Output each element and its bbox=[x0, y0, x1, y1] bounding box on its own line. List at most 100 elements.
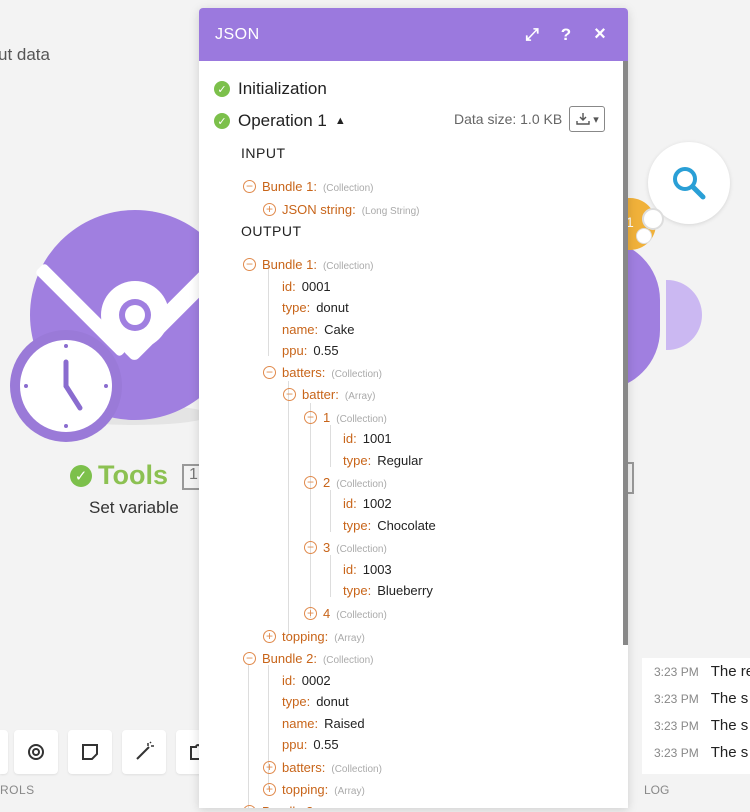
module-title: ✓ Tools bbox=[70, 460, 168, 491]
field-value: Blueberry bbox=[377, 583, 433, 598]
field-value: Regular bbox=[377, 453, 423, 468]
close-icon[interactable]: × bbox=[588, 23, 612, 47]
settings-button[interactable] bbox=[14, 730, 58, 774]
tree-guide bbox=[268, 263, 269, 356]
node-key: batters: bbox=[282, 760, 326, 775]
log-time: 3:23 PM bbox=[654, 664, 699, 679]
operation-row[interactable]: ✓ Operation 1 ▲ bbox=[214, 111, 346, 131]
field-value: 0.55 bbox=[313, 737, 339, 752]
log-entry[interactable]: 3:23 PM The s bbox=[642, 739, 750, 766]
tree-node-array[interactable]: + topping: (Array) bbox=[263, 629, 365, 644]
node-type: (Collection) bbox=[331, 369, 382, 380]
input-section-label: INPUT bbox=[241, 145, 286, 161]
expand-icon[interactable]: ⤢ bbox=[520, 23, 544, 47]
log-text: The s bbox=[710, 717, 749, 734]
field-key: ppu: bbox=[282, 343, 308, 358]
log-time: 3:23 PM bbox=[654, 745, 699, 760]
tree-field: ppu: 0.55 bbox=[282, 737, 339, 752]
toolbar-button-clipped[interactable] bbox=[0, 730, 8, 774]
tree-node-item[interactable]: +4 (Collection) bbox=[304, 606, 387, 621]
expand-plus-icon[interactable]: + bbox=[263, 630, 276, 643]
collapse-icon[interactable]: − bbox=[304, 411, 317, 424]
field-value: donut bbox=[316, 300, 349, 315]
clock-icon bbox=[20, 340, 112, 432]
collapse-icon[interactable]: − bbox=[243, 180, 256, 193]
node-type: (Collection) bbox=[336, 414, 387, 425]
field-value: 0001 bbox=[301, 279, 331, 294]
scrollbar[interactable] bbox=[623, 61, 628, 645]
tree-field: name: Raised bbox=[282, 716, 365, 731]
node-type: (Collection) bbox=[331, 764, 382, 775]
node-key: Bundle 1: bbox=[262, 257, 317, 272]
search-bubble[interactable] bbox=[642, 142, 730, 230]
field-value: 1001 bbox=[362, 431, 392, 446]
field-value: 1002 bbox=[362, 496, 392, 511]
tree-guide bbox=[288, 381, 289, 636]
log-entry[interactable]: 3:23 PM The s bbox=[642, 685, 750, 712]
tree-node-array[interactable]: − batter: (Array) bbox=[283, 387, 375, 402]
help-icon[interactable]: ? bbox=[554, 23, 578, 47]
field-key: id: bbox=[343, 431, 357, 446]
output-section-label: OUTPUT bbox=[241, 223, 302, 239]
collapse-icon[interactable]: − bbox=[304, 476, 317, 489]
collapse-icon[interactable]: − bbox=[263, 366, 276, 379]
field-value: Chocolate bbox=[377, 518, 436, 533]
tree-field: type: donut bbox=[282, 300, 349, 315]
tree-field: type: Chocolate bbox=[343, 518, 436, 533]
tree-node-item[interactable]: −1 (Collection) bbox=[304, 410, 387, 425]
node-type: (Collection) bbox=[322, 655, 374, 666]
notes-button[interactable] bbox=[68, 730, 112, 774]
tree-node-collection[interactable]: − Bundle 1: (Collection) bbox=[243, 257, 374, 272]
node-type: (Long String) bbox=[361, 206, 420, 217]
json-output-modal: JSON ⤢ ? × ✓ Initialization ✓ Operation … bbox=[199, 8, 628, 808]
expand-plus-icon[interactable]: + bbox=[304, 607, 317, 620]
expand-plus-icon[interactable]: + bbox=[263, 761, 276, 774]
log-entry[interactable]: 3:23 PM The re bbox=[642, 658, 750, 685]
tree-node-collection[interactable]: − Bundle 2: (Collection) bbox=[243, 651, 374, 666]
collapse-icon[interactable]: − bbox=[283, 388, 296, 401]
tree-field: id: 0001 bbox=[282, 279, 331, 294]
collapse-icon[interactable]: − bbox=[243, 258, 256, 271]
tree-node-collapsed[interactable]: + JSON string: (Long String) bbox=[263, 202, 420, 217]
collapse-icon[interactable]: − bbox=[243, 805, 256, 808]
node-type: (Collection) bbox=[336, 610, 387, 621]
log-entry[interactable]: 3:23 PM The s bbox=[642, 712, 750, 739]
success-check-icon: ✓ bbox=[70, 464, 92, 487]
node-key: JSON string: bbox=[282, 202, 356, 217]
tree-field: name: Cake bbox=[282, 322, 355, 337]
auto-align-button[interactable] bbox=[122, 730, 166, 774]
log-panel: 3:23 PM The re 3:23 PM The s 3:23 PM The s … bbox=[642, 658, 750, 774]
initialization-row[interactable]: ✓ Initialization bbox=[214, 79, 327, 99]
expand-plus-icon[interactable]: + bbox=[263, 783, 276, 796]
module-connector-half bbox=[666, 280, 702, 350]
collapse-icon[interactable]: − bbox=[304, 541, 317, 554]
tree-node-collection[interactable]: + batters: (Collection) bbox=[263, 760, 382, 775]
node-type: (Collection) bbox=[322, 261, 374, 272]
field-key: id: bbox=[282, 673, 296, 688]
tree-guide bbox=[330, 555, 331, 597]
node-key: topping: bbox=[282, 629, 329, 644]
tree-node-collection[interactable]: − Bundle 1: (Collection) bbox=[243, 179, 374, 194]
tree-field: id: 1003 bbox=[343, 562, 392, 577]
tree-node-collection[interactable]: −Bundle 3:(Collection) bbox=[243, 804, 374, 808]
tree-node-item[interactable]: −2 (Collection) bbox=[304, 475, 387, 490]
field-key: type: bbox=[343, 453, 372, 468]
tree-node-item[interactable]: −3 (Collection) bbox=[304, 540, 387, 555]
node-key: Bundle 2: bbox=[262, 651, 317, 666]
magic-wand-icon bbox=[136, 741, 154, 760]
initialization-label: Initialization bbox=[238, 79, 327, 98]
bubble-tail-dot bbox=[642, 208, 664, 230]
controls-toolbar bbox=[0, 730, 220, 774]
collapse-icon[interactable]: − bbox=[243, 652, 256, 665]
tree-node-array[interactable]: + topping: (Array) bbox=[263, 782, 365, 797]
field-key: type: bbox=[282, 300, 311, 315]
expand-plus-icon[interactable]: + bbox=[263, 203, 276, 216]
download-icon bbox=[576, 113, 590, 125]
log-text: The re bbox=[710, 663, 750, 680]
download-button[interactable]: ▾ bbox=[569, 106, 605, 132]
success-check-icon: ✓ bbox=[214, 81, 230, 97]
tools-module[interactable]: ✓ Tools 1 Set variable bbox=[0, 0, 240, 540]
tree-node-collection[interactable]: − batters: (Collection) bbox=[263, 365, 382, 380]
node-key: 1 bbox=[323, 410, 331, 425]
log-time: 3:23 PM bbox=[654, 691, 699, 706]
